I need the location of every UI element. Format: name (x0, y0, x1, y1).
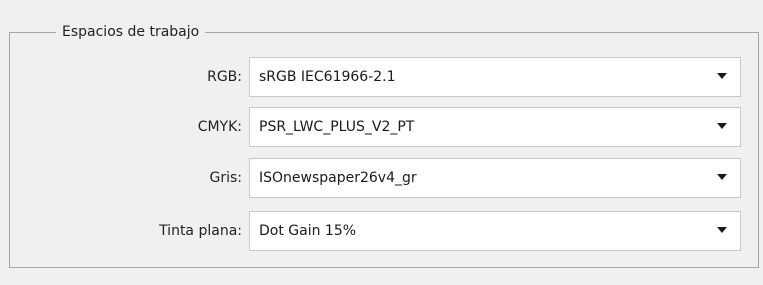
chevron-down-icon (717, 123, 727, 129)
gray-select[interactable]: ISOnewspaper26v4_gr (249, 158, 741, 198)
spot-ink-select[interactable]: Dot Gain 15% (249, 211, 741, 251)
gray-row: Gris: ISOnewspaper26v4_gr (0, 158, 763, 198)
spot-ink-select-value: Dot Gain 15% (259, 223, 357, 239)
chevron-down-icon (717, 227, 727, 233)
chevron-down-icon (717, 174, 727, 180)
spot-ink-row: Tinta plana: Dot Gain 15% (0, 211, 763, 251)
cmyk-select-value: PSR_LWC_PLUS_V2_PT (259, 119, 415, 135)
cmyk-row: CMYK: PSR_LWC_PLUS_V2_PT (0, 107, 763, 147)
gray-select-value: ISOnewspaper26v4_gr (259, 170, 417, 186)
cmyk-select[interactable]: PSR_LWC_PLUS_V2_PT (249, 107, 741, 147)
rgb-row: RGB: sRGB IEC61966-2.1 (0, 57, 763, 97)
rgb-label: RGB: (207, 69, 242, 85)
chevron-down-icon (717, 73, 727, 79)
workspaces-group-title: Espacios de trabajo (56, 22, 206, 42)
rgb-select[interactable]: sRGB IEC61966-2.1 (249, 57, 741, 97)
gray-label: Gris: (209, 170, 242, 186)
rgb-select-value: sRGB IEC61966-2.1 (259, 69, 396, 85)
cmyk-label: CMYK: (197, 119, 242, 135)
spot-ink-label: Tinta plana: (159, 223, 242, 239)
